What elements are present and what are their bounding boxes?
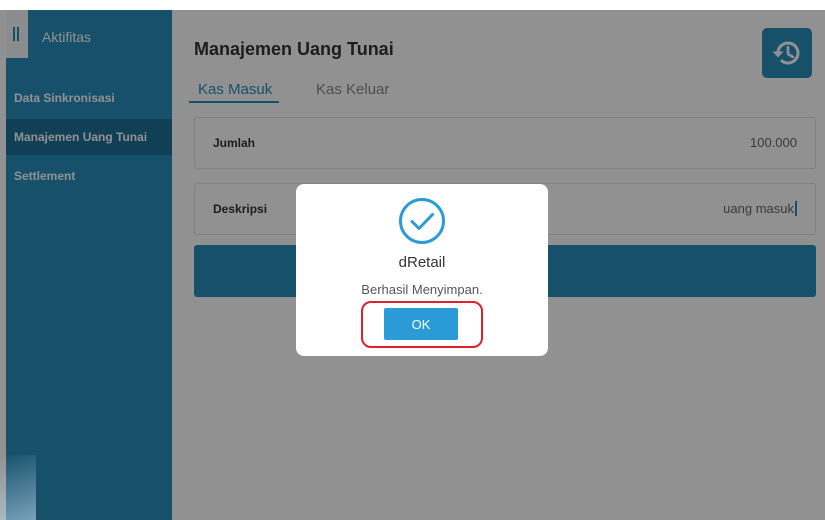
app-window: Aktifitas Data Sinkronisasi Manajemen Ua…	[0, 10, 825, 520]
corner-decoration	[0, 455, 36, 520]
dialog-title: dRetail	[398, 254, 446, 271]
check-circle-icon	[399, 198, 445, 244]
dialog-message: Berhasil Menyimpan.	[361, 282, 483, 297]
ok-button[interactable]: OK	[384, 308, 458, 340]
success-dialog: dRetail Berhasil Menyimpan. OK	[296, 184, 548, 356]
